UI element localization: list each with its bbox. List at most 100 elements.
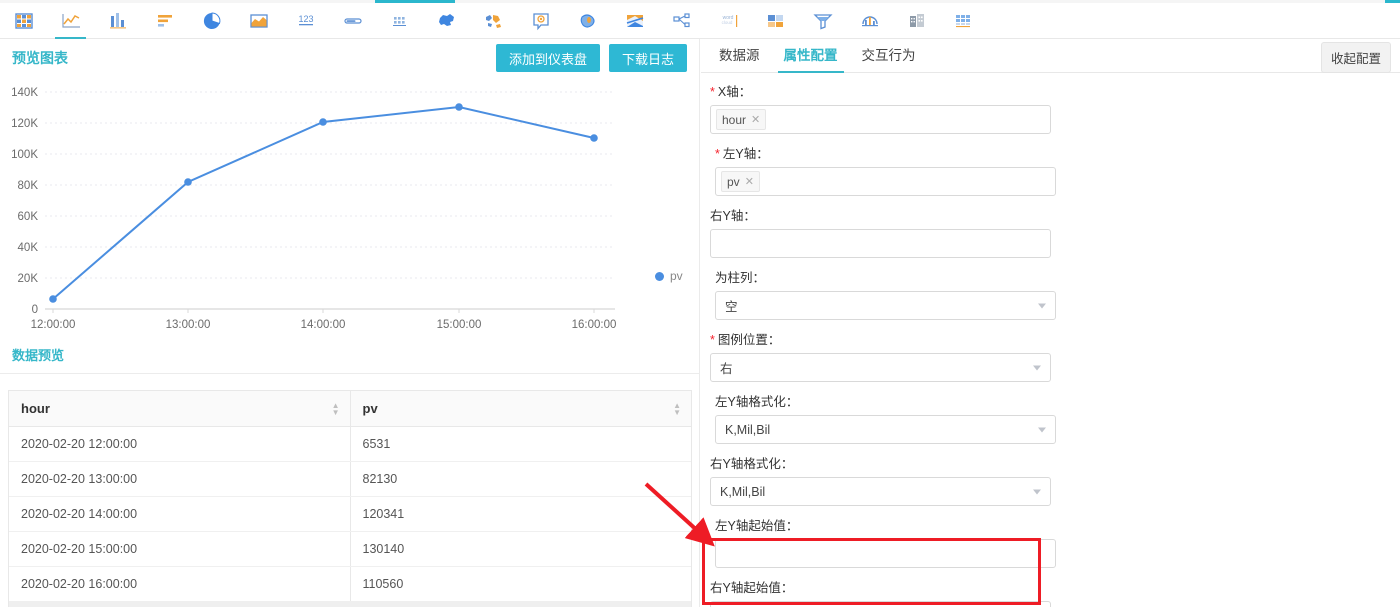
right-y-start-input[interactable]	[710, 601, 1051, 607]
table-row: 2020-02-20 14:00:00 120341	[9, 496, 691, 532]
required-marker: *	[715, 147, 720, 161]
chart-type-world-map[interactable]	[470, 3, 517, 39]
chart-type-toolbar: 123 word cloud	[0, 3, 1400, 39]
column-header-pv-label: pv	[362, 401, 378, 416]
chevron-down-icon	[1033, 489, 1041, 494]
tab-interaction-behavior[interactable]: 交互行为	[850, 44, 928, 72]
data-preview-title: 数据预览	[12, 347, 65, 363]
required-marker: *	[710, 333, 715, 347]
chart-type-dot-matrix[interactable]	[376, 3, 423, 39]
world-map-icon	[485, 14, 501, 28]
chart-type-area-chart[interactable]	[235, 3, 282, 39]
cell-pv: 110560	[362, 577, 404, 591]
sort-toggle-pv[interactable]: ▲ ▼	[673, 401, 681, 416]
svg-text:40K: 40K	[18, 242, 39, 254]
chart-type-gauge-chart[interactable]	[846, 3, 893, 39]
funnel-icon	[812, 13, 833, 29]
chart-type-column-compare[interactable]	[893, 3, 940, 39]
svg-text:100K: 100K	[11, 149, 38, 161]
remove-tag-icon[interactable]: ✕	[751, 113, 760, 126]
column-header-hour[interactable]: hour ▲ ▼	[9, 391, 351, 427]
field-left-y-format-label: 左Y轴格式化：	[715, 395, 799, 409]
legend-position-select[interactable]: 右	[710, 353, 1051, 382]
sort-toggle-hour[interactable]: ▲ ▼	[332, 401, 340, 416]
chart-type-relation-graph[interactable]	[658, 3, 705, 39]
chart-canvas: 140K 120K 100K 80K 60K 40K 20K 0 12:00:0…	[11, 87, 617, 331]
svg-text:120K: 120K	[11, 118, 38, 130]
chevron-down-icon	[1033, 365, 1041, 370]
svg-text:140K: 140K	[11, 87, 38, 99]
map-pin-icon	[532, 12, 549, 30]
x-axis-input[interactable]: hour ✕	[710, 105, 1051, 134]
tab-property-config[interactable]: 属性配置	[772, 44, 850, 73]
left-y-format-select[interactable]: K,Mil,Bil	[715, 415, 1056, 444]
data-preview-table-container: hour ▲▼ pv ▲▼ 2020-02-20 12:00:00 6531	[8, 390, 692, 607]
region-shape-icon	[580, 13, 595, 28]
word-cloud-icon: word cloud	[721, 14, 737, 27]
chevron-down-icon	[1038, 427, 1046, 432]
cell-pv: 130140	[350, 531, 691, 567]
add-to-dashboard-button[interactable]: 添加到仪表盘	[495, 44, 600, 72]
svg-text:cloud: cloud	[721, 20, 732, 25]
chart-type-word-cloud[interactable]: word cloud	[705, 3, 752, 39]
as-column-select[interactable]: 空	[715, 291, 1056, 320]
chart-type-treemap[interactable]	[752, 3, 799, 39]
chart-legend[interactable]: pv	[655, 269, 683, 283]
table-row: 2020-02-20 15:00:00 130140	[9, 531, 691, 567]
chart-type-funnel-chart[interactable]	[799, 3, 846, 39]
chevron-down-icon	[1038, 303, 1046, 308]
collapse-config-button[interactable]: 收起配置	[1320, 42, 1391, 73]
chart-type-progress-bar[interactable]	[329, 3, 376, 39]
column-header-pv[interactable]: pv ▲ ▼	[350, 391, 691, 427]
chart-type-map-marker[interactable]	[517, 3, 564, 39]
data-preview-header: 数据预览	[0, 339, 699, 369]
label-text: 左Y轴：	[722, 147, 769, 161]
x-axis-tag[interactable]: hour ✕	[716, 109, 767, 130]
left-y-axis-tag[interactable]: pv ✕	[721, 171, 760, 192]
chart-type-horizontal-bar-chart[interactable]	[141, 3, 188, 39]
svg-text:0: 0	[32, 304, 38, 316]
app-root: 123 word cloud 预览图表 添加到仪表盘 下载日志 140K 120…	[0, 0, 1400, 607]
label-text: X轴：	[717, 85, 752, 99]
chart-type-flag-chart[interactable]	[611, 3, 658, 39]
chart-y-tick-labels: 140K 120K 100K 80K 60K 40K 20K 0	[11, 87, 38, 316]
right-y-format-select[interactable]: K,Mil,Bil	[710, 477, 1051, 506]
svg-text:60K: 60K	[18, 211, 39, 223]
svg-text:20K: 20K	[18, 273, 39, 285]
download-log-button[interactable]: 下载日志	[608, 44, 687, 72]
tab-data-source[interactable]: 数据源	[707, 44, 772, 72]
svg-text:80K: 80K	[18, 180, 39, 192]
chart-x-tick-labels: 12:00:00 13:00:00 14:00:00 15:00:00 16:0…	[31, 319, 617, 331]
field-as-column-label: 为柱列：	[715, 271, 766, 285]
field-legend-position-label: * 图例位置：	[710, 329, 1051, 353]
x-axis-tag-label: hour	[722, 112, 747, 127]
remove-tag-icon[interactable]: ✕	[745, 175, 754, 188]
left-y-axis-input[interactable]: pv ✕	[715, 167, 1056, 196]
table-head: hour ▲ ▼ pv ▲ ▼	[9, 391, 691, 427]
svg-text:15:00:00: 15:00:00	[437, 319, 482, 331]
chart-type-pie-chart[interactable]	[188, 3, 235, 39]
legend-color-dot	[655, 271, 664, 281]
number-123-icon: 123	[298, 14, 313, 25]
cell-hour: 2020-02-20 15:00:00	[9, 531, 351, 567]
field-left-y-axis-label: * 左Y轴：	[715, 143, 1056, 167]
chart-type-table-chart[interactable]	[0, 3, 47, 39]
left-y-start-input[interactable]	[715, 539, 1056, 568]
field-right-y-axis-label: 右Y轴：	[710, 209, 756, 223]
cell-hour: 2020-02-20 14:00:00	[9, 496, 351, 532]
chart-type-line-chart[interactable]	[47, 3, 94, 39]
line-chart: 140K 120K 100K 80K 60K 40K 20K 0 12:00:0…	[0, 77, 700, 339]
chart-type-number-card[interactable]: 123	[282, 3, 329, 39]
table-horizontal-scrollbar[interactable]	[9, 601, 691, 607]
left-y-axis-tag-label: pv	[727, 174, 740, 189]
right-y-axis-input[interactable]	[710, 229, 1051, 258]
field-left-y-axis: * 左Y轴： pv ✕	[715, 143, 1056, 196]
chart-type-region-map[interactable]	[564, 3, 611, 39]
legend-label-pv: pv	[670, 269, 683, 283]
chart-type-bar-chart[interactable]	[94, 3, 141, 39]
chart-type-china-map[interactable]	[423, 3, 470, 39]
chart-series-line-pv	[52, 105, 595, 300]
chart-type-pivot-table[interactable]	[940, 3, 987, 39]
table-body: 2020-02-20 12:00:00 6531 2020-02-20 13:0…	[9, 426, 691, 601]
field-right-y-format: 右Y轴格式化： K,Mil,Bil	[710, 453, 1051, 506]
